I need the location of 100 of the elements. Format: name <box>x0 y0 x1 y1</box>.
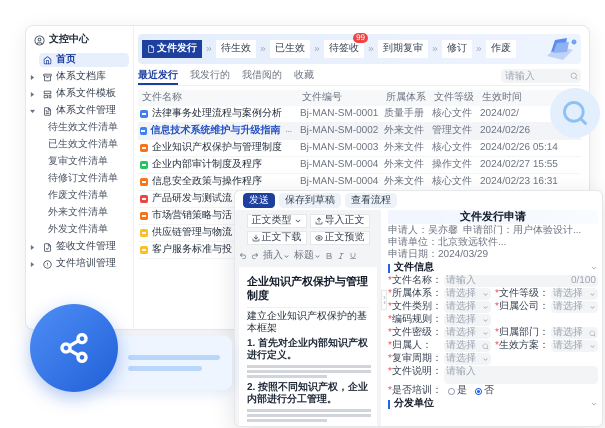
preview-icon <box>314 234 322 242</box>
search-icon <box>589 330 596 336</box>
chevron-icon <box>367 45 375 53</box>
redo-icon[interactable] <box>251 252 259 260</box>
file-name-link[interactable]: 法律事务处理流程与案例分析 <box>152 108 282 120</box>
radio-option[interactable]: 是 <box>448 385 467 397</box>
action-button[interactable]: 发送 <box>243 193 275 208</box>
search-field[interactable]: 请输入 <box>501 69 581 83</box>
format-dropdown[interactable]: 标题 <box>294 250 321 262</box>
expand-caret-icon[interactable] <box>30 92 35 96</box>
sidebar-subitem[interactable]: 外来文件清单 <box>44 206 129 220</box>
tab[interactable]: 我发行的 <box>190 69 230 85</box>
file-name-link[interactable]: 客户服务标准与投 <box>152 244 232 256</box>
file-name-link[interactable]: 企业内部审计制度及程序 <box>152 159 262 171</box>
sidebar-subitem[interactable]: 待生效文件清单 <box>44 121 129 135</box>
selected-table-row[interactable]: 信息技术系统维护与升级指南 Bj-MAN-SM-0002 外来文件 管理文件 2024/02/26 <box>138 123 581 140</box>
search-icon <box>482 342 489 350</box>
sidebar-subitem[interactable]: 已生效文件清单 <box>44 138 129 152</box>
document-paragraph: 建立企业知识产权保护的基本框架 <box>247 311 368 335</box>
field-label: *文件等级： <box>495 288 550 300</box>
field-label: *归属部门： <box>495 327 550 339</box>
document-paragraph: 1. 首先对企业内部知识产权进行定义。 <box>247 338 369 362</box>
chevron-icon <box>313 45 321 53</box>
action-button[interactable]: 保存到草稿 <box>279 193 341 208</box>
sidebar-title: 文控中心 <box>49 34 89 46</box>
field-label: *归属公司： <box>495 301 550 313</box>
chevron-icon <box>475 45 483 53</box>
expand-caret-icon[interactable] <box>30 244 35 250</box>
column-header: 生效时间 <box>482 92 523 104</box>
field-label: *文件类别： <box>388 301 443 313</box>
table-cell-text: 核心文件 <box>432 142 473 154</box>
sidebar-item[interactable]: 体系文档库 <box>39 70 129 84</box>
toolbar-button[interactable]: 正文预览 <box>310 231 370 245</box>
caret-icon <box>294 217 302 225</box>
file-name-link[interactable]: 信息安全政策与操作程序 <box>152 176 262 188</box>
sidebar-item[interactable]: 体系文件模板 <box>39 87 129 101</box>
underline-icon[interactable] <box>349 252 357 260</box>
chevron-right-icon <box>382 295 386 300</box>
field-label: *文件说明： <box>388 366 443 378</box>
status-step[interactable]: 已生效 <box>270 40 310 58</box>
search-icon <box>570 72 578 80</box>
caret-icon <box>314 252 321 260</box>
sidebar-item[interactable]: 体系文件管理 <box>39 104 129 118</box>
download-icon <box>252 234 260 242</box>
file-name-link[interactable]: 供应链管理与物流 <box>152 227 232 239</box>
undo-icon[interactable] <box>239 252 247 260</box>
tab[interactable]: 收藏 <box>294 69 314 85</box>
status-step[interactable]: 文件发行 <box>142 40 202 58</box>
chevron-icon[interactable] <box>590 400 598 408</box>
file-name-link[interactable]: 产品研发与测试流 <box>152 193 232 205</box>
sidebar-subitem[interactable]: 外发文件清单 <box>44 223 129 237</box>
field-label: *文件密级： <box>388 327 443 339</box>
sidebar-subitem[interactable]: 复审文件清单 <box>44 155 129 169</box>
column-header: 文件等级 <box>434 92 475 104</box>
action-button[interactable]: 查看流程 <box>345 193 397 208</box>
status-step[interactable]: 作废 <box>486 40 516 58</box>
collapse-handle[interactable] <box>381 290 387 310</box>
status-step[interactable]: 到期复审 <box>378 40 428 58</box>
share-icon <box>58 332 90 364</box>
format-dropdown[interactable]: 插入 <box>263 250 290 262</box>
toolbar-button[interactable]: 正文下载 <box>246 231 306 245</box>
applicant-info: 申请部门：用户体验设计... <box>463 225 582 237</box>
status-step[interactable]: 修订 <box>442 40 472 58</box>
document-paragraph: 2. 按照不同知识产权，企业内部进行分工管理。 <box>247 382 369 406</box>
search-icon <box>561 99 589 127</box>
expand-caret-icon[interactable] <box>30 74 35 80</box>
italic-icon[interactable] <box>337 252 345 260</box>
user-icon <box>34 34 45 46</box>
field-label: *生效方案： <box>495 340 550 352</box>
sidebar-subitem[interactable]: 作废文件清单 <box>44 189 129 203</box>
status-step[interactable]: 待签收 <box>324 40 364 58</box>
file-icon <box>147 45 155 53</box>
table-cell-text: Bj-MAN-SM-0004 <box>300 159 380 171</box>
toolbar-button[interactable]: 正文类型 <box>246 214 306 228</box>
sidebar-item[interactable]: 文件培训管理 <box>39 257 129 271</box>
bold-icon[interactable] <box>325 252 333 260</box>
table-cell-text: 外来文件 <box>384 176 425 188</box>
table-cell-text: 外来文件 <box>384 125 425 137</box>
file-name-link[interactable]: 市场营销策略与活 <box>152 210 232 222</box>
chevron-icon[interactable] <box>590 264 598 272</box>
expand-caret-icon[interactable] <box>30 262 35 266</box>
tab[interactable]: 最近发行 <box>138 69 178 85</box>
caret-icon <box>482 356 489 362</box>
table-cell-text: 管理文件 <box>432 125 473 137</box>
chevron-icon <box>431 45 439 53</box>
tab[interactable]: 我借阅的 <box>242 69 282 85</box>
status-step[interactable]: 待生效 <box>216 40 256 58</box>
table-cell-text: 外来文件 <box>384 142 425 154</box>
expand-caret-icon[interactable] <box>30 108 35 114</box>
toolbar-button[interactable]: 导入正文 <box>310 214 370 228</box>
field-label: *是否培训： <box>388 385 443 397</box>
table-cell-text: Bj-MAN-SM-0001 <box>300 108 380 120</box>
file-name-link[interactable]: 信息技术系统维护与升级指南 <box>150 125 281 137</box>
sidebar-item[interactable]: 首页 <box>39 53 129 67</box>
file-name-link[interactable]: 企业知识产权保护与管理制度 <box>152 142 282 154</box>
sidebar-subitem[interactable]: 待修订文件清单 <box>44 172 129 186</box>
radio-option[interactable]: 否 <box>475 385 494 397</box>
sidebar-item[interactable]: 签收文件管理 <box>39 240 129 254</box>
count-badge: 99 <box>353 33 368 43</box>
applicant-info: 申请人：吴亦馨 <box>388 225 458 236</box>
